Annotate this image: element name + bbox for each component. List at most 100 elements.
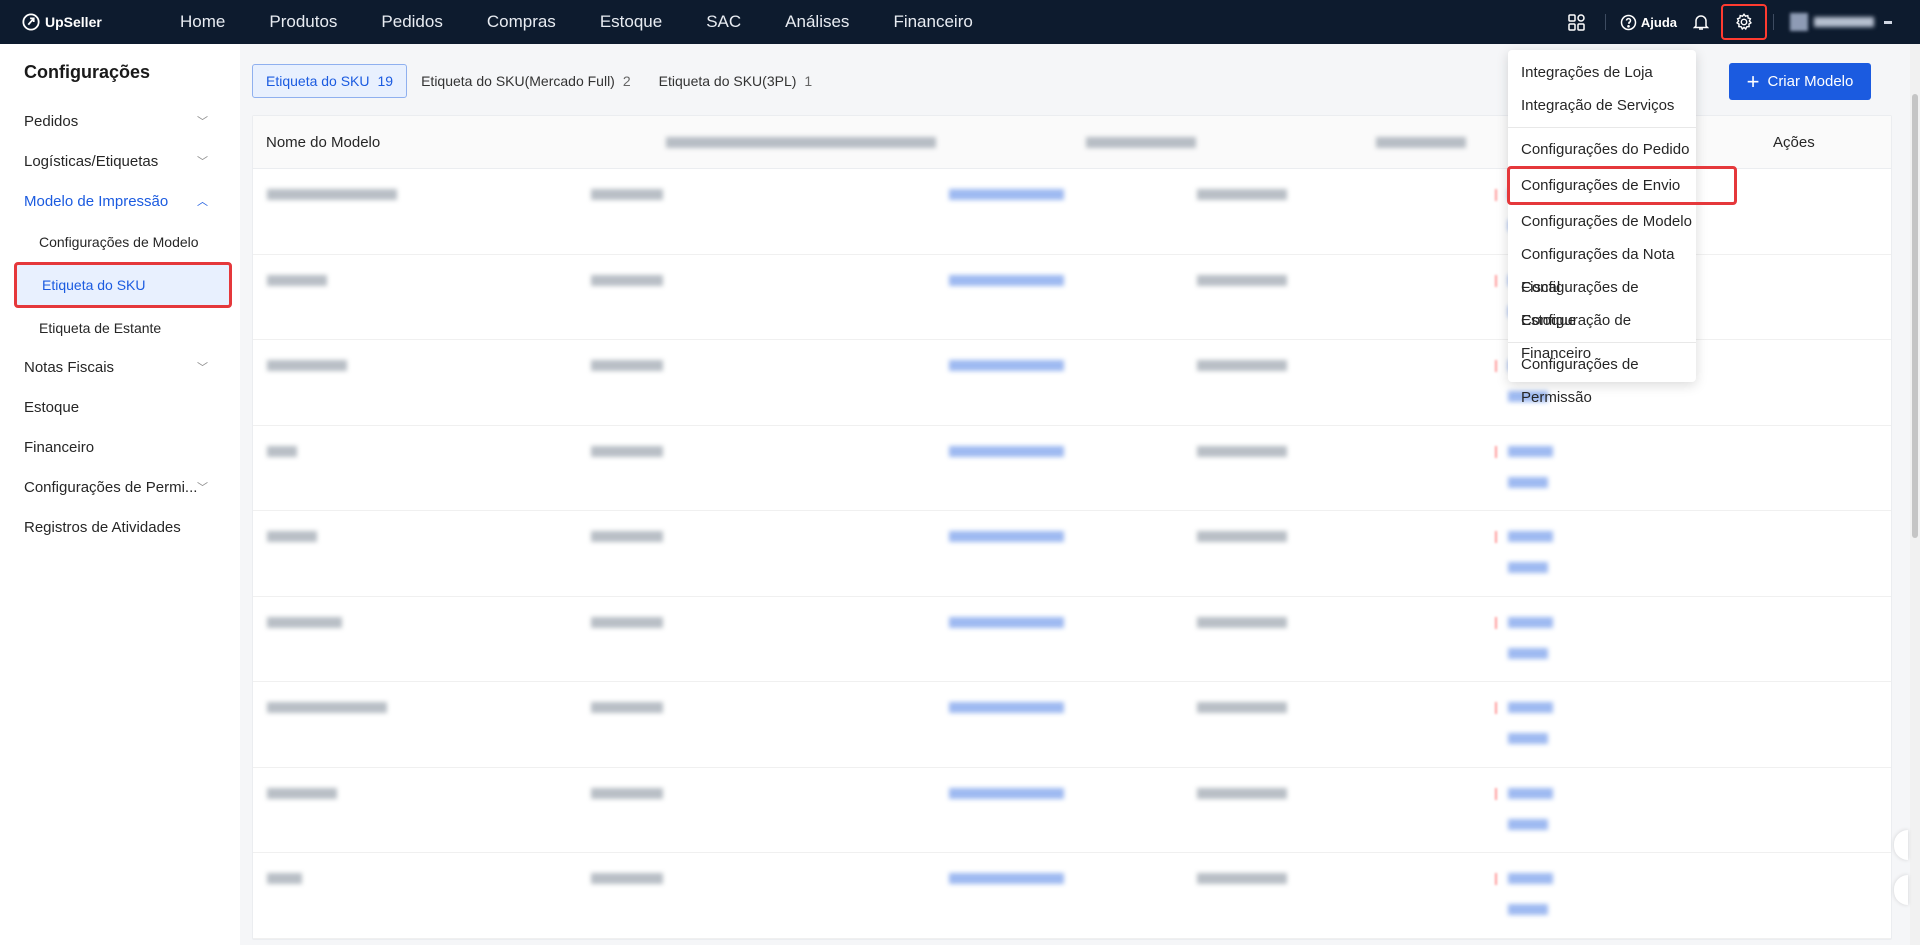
nav-produtos[interactable]: Produtos <box>247 0 359 44</box>
chevron-down-icon: ﹀ <box>197 482 208 494</box>
sidebar-item-notas-fiscais[interactable]: Notas Fiscais ﹀ <box>0 348 240 388</box>
edit-action-link-redacted[interactable] <box>1508 873 1553 884</box>
more-actions-link-redacted[interactable] <box>1508 562 1548 573</box>
tab-etiqueta-sku-mercado-full[interactable]: Etiqueta do SKU(Mercado Full) 2 <box>407 64 645 98</box>
row-marker <box>1495 616 1497 629</box>
tab-etiqueta-sku[interactable]: Etiqueta do SKU 19 <box>252 64 408 98</box>
more-actions-link-redacted[interactable] <box>1508 904 1548 915</box>
set-default-link-redacted[interactable] <box>949 873 1064 884</box>
user-menu-indicator <box>1884 20 1892 24</box>
nav-pedidos[interactable]: Pedidos <box>359 0 464 44</box>
help-button[interactable]: Ajuda <box>1620 14 1677 31</box>
create-model-button[interactable]: + Criar Modelo <box>1729 63 1871 100</box>
sidebar-item-registros[interactable]: Registros de Atividades <box>0 508 240 548</box>
sidebar-item-label: Logísticas/Etiquetas <box>24 153 159 170</box>
apps-grid-icon[interactable] <box>1555 0 1599 44</box>
floating-side-tab[interactable] <box>1894 830 1908 860</box>
set-default-link-redacted[interactable] <box>949 702 1064 713</box>
table-row <box>253 768 1891 853</box>
label-size-redacted <box>591 360 663 371</box>
help-label: Ajuda <box>1640 14 1677 30</box>
bell-icon[interactable] <box>1685 0 1717 44</box>
more-actions-link-redacted[interactable] <box>1508 733 1548 744</box>
menu-item-config-financeiro[interactable]: Configuração de Financeiro <box>1508 304 1696 362</box>
sidebar-item-label: Financeiro <box>24 439 95 456</box>
sidebar-item-modelo-impressao[interactable]: Modelo de Impressão ︿ <box>0 182 240 222</box>
model-name-redacted <box>267 873 302 884</box>
model-name-redacted <box>267 189 397 200</box>
tab-label: Etiqueta do SKU(3PL) <box>658 73 797 89</box>
chevron-down-icon: ﹀ <box>197 156 208 168</box>
set-default-link-redacted[interactable] <box>949 531 1064 542</box>
floating-side-tab[interactable] <box>1894 875 1908 905</box>
more-actions-link-redacted[interactable] <box>1508 818 1548 830</box>
nav-compras[interactable]: Compras <box>465 0 578 44</box>
top-right-tools: Ajuda <box>1555 0 1920 44</box>
set-default-link-redacted[interactable] <box>949 189 1064 200</box>
menu-item-config-permissao[interactable]: Configurações de Permissão <box>1508 348 1696 406</box>
sidebar-item-estoque[interactable]: Estoque <box>0 388 240 428</box>
top-navigation-bar: UpSeller Home Produtos Pedidos Compras E… <box>0 0 1920 44</box>
sidebar-subitem-configuracoes-modelo[interactable]: Configurações de Modelo <box>0 222 240 262</box>
more-actions-link-redacted[interactable] <box>1508 647 1548 659</box>
sidebar-item-label: Registros de Atividades <box>24 519 181 536</box>
menu-item-config-modelo[interactable]: Configurações de Modelo <box>1508 205 1696 238</box>
tab-count: 19 <box>377 73 394 89</box>
settings-gear-button[interactable] <box>1721 4 1767 40</box>
page-scrollbar[interactable] <box>1910 44 1920 945</box>
nav-financeiro[interactable]: Financeiro <box>871 0 994 44</box>
set-default-link-redacted[interactable] <box>949 445 1064 457</box>
nav-sac[interactable]: SAC <box>684 0 763 44</box>
menu-item-integracao-servicos[interactable]: Integração de Serviços <box>1508 89 1696 122</box>
chevron-up-icon: ︿ <box>197 196 208 208</box>
created-date-redacted <box>1197 445 1287 457</box>
sidebar-subitem-etiqueta-sku[interactable]: Etiqueta do SKU <box>14 262 232 308</box>
label-size-redacted <box>591 616 663 628</box>
menu-item-config-envio[interactable]: Configurações de Envio <box>1507 166 1737 205</box>
set-default-link-redacted[interactable] <box>949 360 1064 371</box>
tab-label: Etiqueta do SKU(Mercado Full) <box>421 73 615 89</box>
label-size-redacted <box>591 274 663 286</box>
scrollbar-thumb[interactable] <box>1912 94 1918 538</box>
question-circle-icon <box>1620 14 1637 30</box>
row-marker <box>1495 531 1497 543</box>
nav-estoque[interactable]: Estoque <box>578 0 684 44</box>
menu-item-config-estoque[interactable]: Configurações de Estoque <box>1508 271 1696 329</box>
sidebar-item-pedidos[interactable]: Pedidos ﹀ <box>0 102 240 142</box>
edit-action-link-redacted[interactable] <box>1508 616 1553 628</box>
menu-item-config-nota-fiscal[interactable]: Configurações da Nota Fiscal <box>1508 238 1696 296</box>
upseller-logo[interactable]: UpSeller <box>22 13 142 31</box>
created-date-redacted <box>1197 531 1287 542</box>
created-date-redacted <box>1197 616 1287 628</box>
column-header-name: Nome do Modelo <box>266 133 381 151</box>
label-size-redacted <box>591 445 663 457</box>
set-default-link-redacted[interactable] <box>949 274 1064 286</box>
user-name-redacted <box>1814 17 1874 27</box>
edit-action-link-redacted[interactable] <box>1508 702 1553 713</box>
sidebar-item-logisticas[interactable]: Logísticas/Etiquetas ﹀ <box>0 142 240 182</box>
label-type-tabs: Etiqueta do SKU 19 Etiqueta do SKU(Mercad… <box>252 64 826 98</box>
edit-action-link-redacted[interactable] <box>1508 531 1553 542</box>
divider <box>1604 14 1606 30</box>
sidebar-item-permissoes[interactable]: Configurações de Permi... ﹀ <box>0 468 240 508</box>
sidebar-item-financeiro[interactable]: Financeiro <box>0 428 240 468</box>
tab-etiqueta-sku-3pl[interactable]: Etiqueta do SKU(3PL) 1 <box>645 64 827 98</box>
model-name-redacted <box>267 702 387 713</box>
menu-item-integracoes-loja[interactable]: Integrações de Loja <box>1508 56 1696 89</box>
nav-home[interactable]: Home <box>142 0 247 44</box>
sidebar-item-label: Notas Fiscais <box>24 359 115 376</box>
user-account-menu[interactable] <box>1790 13 1892 31</box>
tab-label: Etiqueta do SKU <box>266 73 370 89</box>
edit-action-link-redacted[interactable] <box>1508 445 1553 457</box>
set-default-link-redacted[interactable] <box>949 787 1064 799</box>
nav-analises[interactable]: Análises <box>763 0 871 44</box>
set-default-link-redacted[interactable] <box>949 616 1064 628</box>
table-row <box>253 597 1891 682</box>
sidebar-item-label: Configurações de Permi... <box>24 479 198 496</box>
sidebar-subitem-etiqueta-estante[interactable]: Etiqueta de Estante <box>0 308 240 348</box>
column-header-size-redacted <box>653 134 1073 151</box>
table-row <box>253 511 1891 597</box>
menu-item-config-pedido[interactable]: Configurações do Pedido <box>1508 133 1696 166</box>
edit-action-link-redacted[interactable] <box>1508 787 1553 799</box>
more-actions-link-redacted[interactable] <box>1508 476 1548 488</box>
